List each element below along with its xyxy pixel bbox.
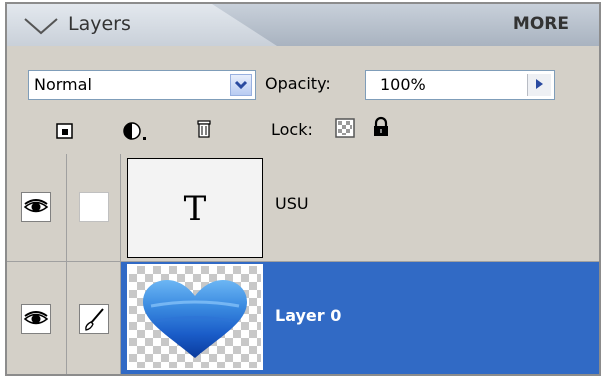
collapse-chevron-icon[interactable] <box>23 16 59 36</box>
text-thumbnail-glyph: T <box>183 189 207 229</box>
opacity-field[interactable]: 100% <box>365 70 555 100</box>
opacity-value: 100% <box>380 75 426 94</box>
layer-row-layer-0[interactable]: Layer 0 <box>7 262 599 374</box>
link-cell <box>67 262 121 374</box>
layer-row-usu[interactable]: T USU <box>7 154 599 262</box>
eye-icon[interactable] <box>21 192 51 222</box>
opacity-label: Opacity: <box>265 74 331 93</box>
blend-mode-value: Normal <box>34 75 92 94</box>
opacity-slider-arrow-icon[interactable] <box>527 74 551 96</box>
panel-title: Layers <box>68 13 131 35</box>
layer-name[interactable]: Layer 0 <box>275 306 341 325</box>
image-layer-thumbnail[interactable] <box>127 264 263 370</box>
layer-link-box[interactable] <box>79 192 109 222</box>
panel-title-bar: Layers MORE <box>7 4 599 46</box>
padlock-icon[interactable] <box>370 116 392 138</box>
adjustment-layer-icon[interactable] <box>121 120 151 142</box>
layers-list: T USU Layer 0 <box>7 154 599 374</box>
visibility-cell <box>7 262 67 374</box>
visibility-cell <box>7 154 67 261</box>
blend-mode-select[interactable]: Normal <box>28 70 256 100</box>
lock-label: Lock: <box>271 120 313 139</box>
trash-icon[interactable] <box>193 118 215 140</box>
heart-icon <box>143 280 247 358</box>
more-button[interactable]: MORE <box>513 14 569 34</box>
link-cell <box>67 154 121 261</box>
new-layer-icon[interactable] <box>54 120 76 142</box>
brush-icon[interactable] <box>79 304 109 334</box>
layer-name[interactable]: USU <box>275 194 309 213</box>
layers-panel: Layers MORE Normal Opacity: 100% Lock: T… <box>5 2 601 376</box>
lock-transparency-icon[interactable] <box>334 117 356 139</box>
chevron-down-icon[interactable] <box>230 74 252 96</box>
eye-icon[interactable] <box>21 304 51 334</box>
text-layer-thumbnail[interactable]: T <box>127 158 263 258</box>
